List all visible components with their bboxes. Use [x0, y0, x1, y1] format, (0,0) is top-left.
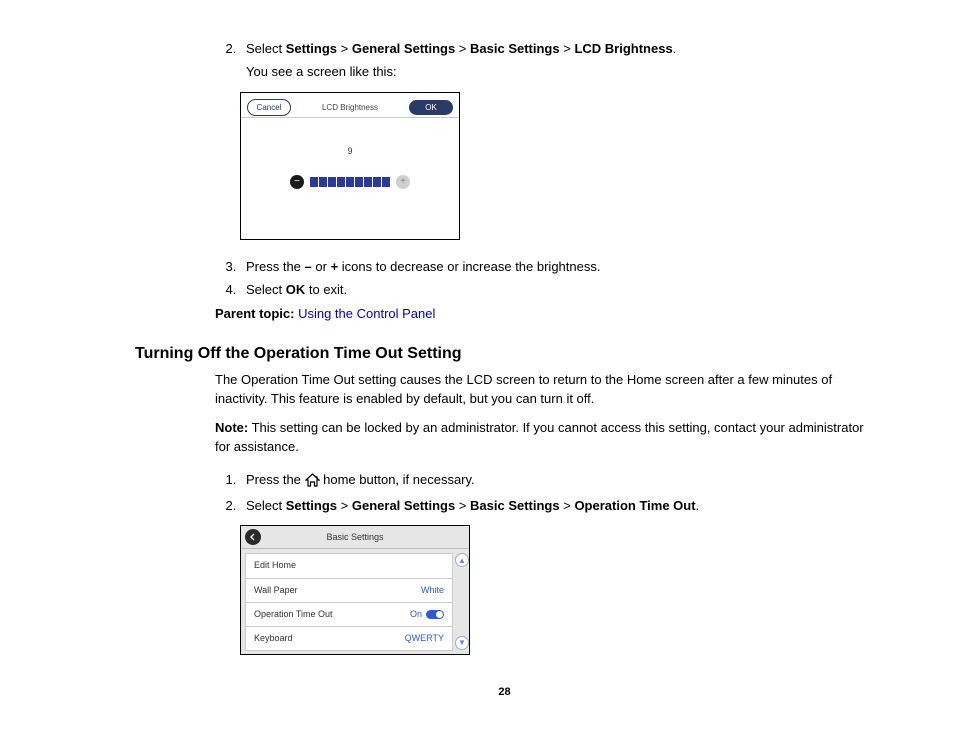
sec2-step-2: Select Settings > General Settings > Bas…: [240, 497, 874, 516]
plus-icon[interactable]: +: [396, 175, 410, 189]
section-intro: The Operation Time Out setting causes th…: [215, 371, 874, 409]
lcd-title: LCD Brightness: [291, 102, 409, 114]
scroll-up-icon[interactable]: ▲: [455, 553, 469, 567]
item-value: White: [421, 584, 444, 597]
toggle-on-icon[interactable]: [426, 610, 444, 619]
item-value: QWERTY: [405, 632, 444, 645]
section-note: Note: This setting can be locked by an a…: [215, 419, 874, 457]
brightness-value: 9: [241, 145, 459, 158]
back-icon[interactable]: [245, 529, 261, 545]
basic-settings-title: Basic Settings: [267, 531, 443, 544]
list-item-edit-home[interactable]: Edit Home: [245, 553, 453, 578]
step-2: Select Settings > General Settings > Bas…: [240, 40, 874, 82]
ok-button[interactable]: OK: [409, 100, 453, 116]
step-4: Select OK to exit.: [240, 281, 874, 300]
crumb-basic: Basic Settings: [470, 41, 560, 56]
scroll-down-icon[interactable]: ▼: [455, 636, 469, 650]
item-label: Wall Paper: [254, 584, 298, 597]
minus-icon[interactable]: −: [290, 175, 304, 189]
parent-topic-link[interactable]: Using the Control Panel: [298, 306, 435, 321]
list-item-wall-paper[interactable]: Wall Paper White: [245, 578, 453, 603]
list-item-operation-time-out[interactable]: Operation Time Out On: [245, 602, 453, 627]
basic-settings-screenshot: Basic Settings Edit Home Wall Paper Whit…: [240, 525, 874, 654]
crumb-settings: Settings: [286, 41, 337, 56]
item-label: Keyboard: [254, 632, 293, 645]
sec2-step-1: Press the home button, if necessary.: [240, 471, 874, 493]
item-label: Operation Time Out: [254, 608, 333, 621]
cancel-button[interactable]: Cancel: [247, 99, 291, 117]
item-value: On: [410, 608, 422, 621]
section-heading: Turning Off the Operation Time Out Setti…: [135, 342, 874, 365]
crumb-lcd: LCD Brightness: [574, 41, 672, 56]
step2-prefix: Select: [246, 41, 286, 56]
page-number: 28: [135, 685, 874, 701]
parent-topic: Parent topic: Using the Control Panel: [215, 305, 874, 324]
item-label: Edit Home: [254, 559, 296, 572]
crumb-general: General Settings: [352, 41, 455, 56]
home-icon: [305, 473, 320, 493]
list-item-keyboard[interactable]: Keyboard QWERTY: [245, 626, 453, 651]
lcd-brightness-screenshot: Cancel LCD Brightness OK 9 − +: [240, 92, 874, 240]
step2-after: You see a screen like this:: [246, 63, 874, 82]
step-3: Press the – or + icons to decrease or in…: [240, 258, 874, 277]
brightness-bar: [310, 177, 390, 187]
